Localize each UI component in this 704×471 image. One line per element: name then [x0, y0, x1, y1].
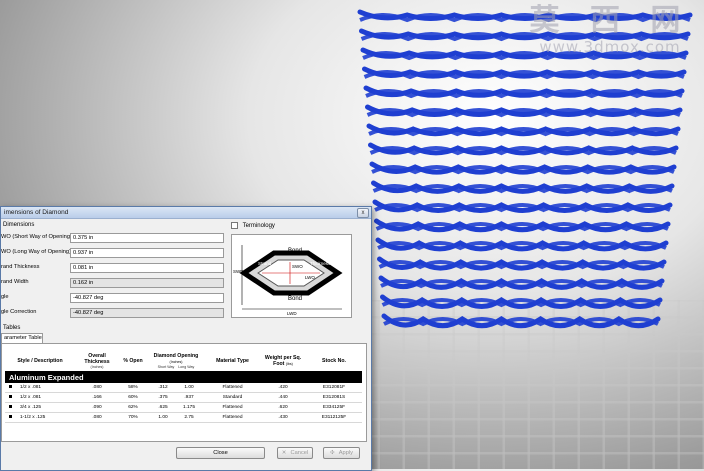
cell-weight: .430 — [260, 412, 306, 423]
cell-thickness: .166 — [75, 392, 119, 403]
lwd-label: LWD — [287, 311, 297, 316]
swo-label: SWO — [292, 264, 303, 269]
dimension-field-label: WO (Short Way of Opening) — [1, 234, 72, 240]
parameter-table: Style / Description Overall Thickness (In… — [5, 351, 362, 423]
cell-stock: E312081S — [306, 392, 362, 403]
col-header-material: Material Type — [205, 351, 260, 372]
dimension-field-label: WO (Long Way of Opening) — [1, 249, 71, 255]
cell-stock: E3112125F — [306, 412, 362, 423]
apply-label: Apply — [338, 450, 353, 456]
col-header-diamond-opening: Diamond Opening (Inches) Short Way Long … — [147, 351, 205, 372]
blue-expanded-metal-mesh-render — [357, 9, 693, 329]
dimensions-of-diamond-dialog: imensions of Diamond x Dimensions WO (Sh… — [0, 206, 372, 471]
cell-open: 70% — [119, 412, 147, 423]
cell-diamond-opening: .312 1.00 — [147, 383, 205, 393]
cancel-label: Cancel — [290, 450, 309, 456]
table-group-row: Aluminum Expanded — [5, 371, 362, 383]
watermark-title: 莫 西 网 — [529, 3, 691, 38]
dimension-field-row: WO (Short Way of Opening) 0.375 in — [1, 233, 226, 243]
apply-button[interactable]: ✣ Apply — [323, 447, 360, 459]
dimension-field-row: gle Correction -40.827 deg — [1, 308, 226, 318]
dimension-field-label: gle Correction — [1, 309, 37, 315]
close-icon[interactable]: x — [357, 208, 369, 218]
cell-open: 60% — [119, 392, 147, 403]
close-button[interactable]: Close — [176, 447, 265, 459]
bond-bottom-label: Bond — [288, 296, 302, 302]
cell-weight: .420 — [260, 383, 306, 393]
cell-thickness: .080 — [75, 412, 119, 423]
table-header-row: Style / Description Overall Thickness (In… — [5, 351, 362, 372]
dimension-field-input[interactable]: 0.375 in — [70, 233, 224, 243]
dimension-field-label: rand Width — [1, 279, 29, 285]
cell-stock: E312081F — [306, 383, 362, 393]
cell-diamond-opening: .625 1.175 — [147, 402, 205, 413]
terminology-toggle[interactable]: Terminology — [231, 222, 366, 230]
cell-material: Flattened — [205, 412, 260, 423]
dimension-field-row: gle -40.827 deg — [1, 293, 226, 303]
dimension-field-row: rand Width 0.162 in — [1, 278, 226, 288]
cancel-icon: ✕ — [281, 450, 287, 456]
tables-section-label: Tables — [3, 325, 21, 331]
cell-style: 1/2 x .081 — [5, 392, 75, 403]
dimension-field-label: rand Thickness — [1, 264, 40, 270]
cell-weight: .620 — [260, 402, 306, 413]
watermark: 莫 西 网 www.3dmox.com — [520, 3, 700, 57]
watermark-url: www.3dmox.com — [539, 38, 681, 56]
group-label: Aluminum Expanded — [5, 371, 362, 383]
dimensions-section-label: Dimensions — [3, 222, 35, 228]
dialog-titlebar: imensions of Diamond x — [1, 207, 371, 219]
terminology-label: Terminology — [242, 223, 275, 230]
tab-parameter-table[interactable]: arameter Table — [1, 333, 43, 343]
apply-icon: ✣ — [330, 450, 335, 456]
dimension-field-input: 0.162 in — [70, 278, 224, 288]
cell-style: 1/2 x .081 — [5, 383, 75, 393]
cell-style: 3/4 x .125 — [5, 402, 75, 413]
row-bullet-icon — [9, 385, 12, 389]
row-bullet-icon — [9, 405, 12, 409]
terminology-diagram: Bond Bond Strand Thickness SWO LWO SWD L… — [231, 234, 352, 318]
table-row[interactable]: 3/4 x .125.090 62% .625 1.175 Flattened .620 E… — [5, 402, 362, 413]
cell-thickness: .080 — [75, 383, 119, 393]
dimension-field-input[interactable]: 0.081 in — [70, 263, 224, 273]
cancel-button[interactable]: ✕ Cancel — [277, 447, 313, 459]
cell-stock: E334125F — [306, 402, 362, 413]
parameter-table-panel: Style / Description Overall Thickness (In… — [1, 343, 367, 442]
dimension-field-input[interactable]: 0.937 in — [70, 248, 224, 258]
col-header-open: % Open — [119, 351, 147, 372]
cell-weight: .440 — [260, 392, 306, 403]
cell-material: Standard — [205, 392, 260, 403]
cell-material: Flattened — [205, 383, 260, 393]
row-bullet-icon — [9, 415, 12, 419]
cell-thickness: .090 — [75, 402, 119, 413]
col-header-style: Style / Description — [5, 351, 75, 372]
cell-material: Flattened — [205, 402, 260, 413]
dimension-field-input[interactable]: -40.827 deg — [70, 293, 224, 303]
thickness-label: Thickness — [310, 261, 331, 266]
lwo-label: LWO — [305, 275, 315, 280]
col-header-thickness: Overall Thickness (Inches) — [75, 351, 119, 372]
dimension-field-label: gle — [1, 294, 9, 300]
row-bullet-icon — [9, 395, 12, 399]
table-row[interactable]: 1/2 x .081.166 60% .375.937 Standard .440 E31… — [5, 392, 362, 403]
cell-style: 1-1/2 x .125 — [5, 412, 75, 423]
bond-top-label: Bond — [288, 248, 302, 254]
cell-diamond-opening: 1.00 2.75 — [147, 412, 205, 423]
checkbox-icon[interactable] — [231, 222, 238, 229]
dimension-field-row: rand Thickness 0.081 in — [1, 263, 226, 273]
col-header-weight: Weight per Sq. Foot (lbs) — [260, 351, 306, 372]
dimension-field-row: WO (Long Way of Opening) 0.937 in — [1, 248, 226, 258]
col-header-stock: Stock No. — [306, 351, 362, 372]
dialog-title: imensions of Diamond — [4, 209, 69, 216]
table-row[interactable]: 1/2 x .081.080 58% .312 1.00 Flattened .420 E3… — [5, 383, 362, 393]
dimension-field-input: -40.827 deg — [70, 308, 224, 318]
table-row[interactable]: 1-1/2 x .125.080 70% 1.00 2.75 Flattened .430… — [5, 412, 362, 423]
swd-label: SWD — [233, 269, 244, 274]
cell-diamond-opening: .375.937 — [147, 392, 205, 403]
cell-open: 58% — [119, 383, 147, 393]
cell-open: 62% — [119, 402, 147, 413]
strand-label: Strand — [258, 261, 272, 266]
